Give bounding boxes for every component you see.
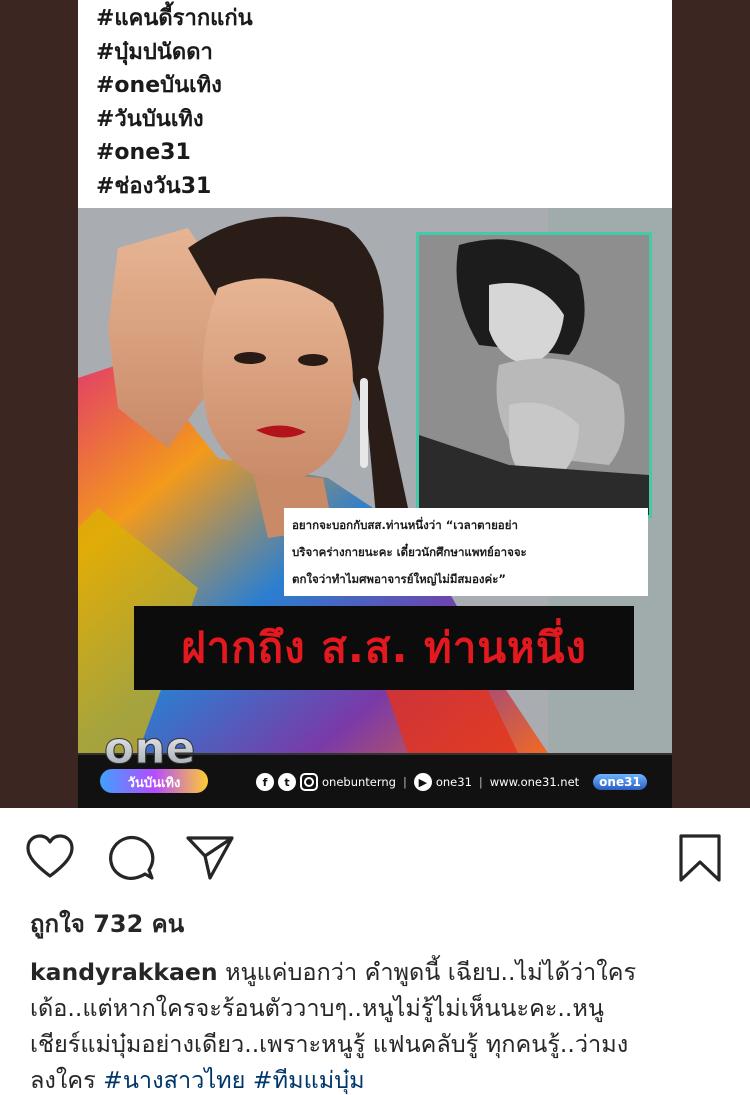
- youtube-icon: ▶: [413, 773, 432, 791]
- quote-line: บริจาคร่างกายนะคะ เดี๋ยวนักศึกษาแพทย์อาจ…: [292, 545, 527, 559]
- quote-box: อยากจะบอกกับสส.ท่านหนึ่งว่า “เวลาตายอย่า…: [284, 508, 648, 596]
- heart-outline-icon[interactable]: [24, 832, 76, 884]
- facebook-icon: f: [256, 773, 274, 791]
- logo-wordmark: one: [104, 723, 195, 774]
- post-image[interactable]: #แคนดี้รากแก่น #บุ๋มปนัดดา #oneบันเทิง #…: [78, 0, 672, 808]
- divider: |: [478, 775, 483, 789]
- image-hashtag: #one31: [96, 140, 191, 165]
- image-hashtag: #วันบันเทิง: [96, 106, 204, 132]
- comment-bubble-icon[interactable]: [105, 832, 157, 884]
- caption-hashtag[interactable]: #ทีมแม่บุ๋ม: [253, 1066, 365, 1094]
- social-handle: onebunterng: [322, 775, 396, 789]
- bookmark-outline-icon[interactable]: [674, 832, 726, 884]
- image-hashtag: #ช่องวัน31: [96, 173, 212, 199]
- caption-line: ลงใคร #นางสาวไทย #ทีมแม่บุ๋ม: [30, 1062, 726, 1095]
- quote-line: ตกใจว่าทำไมศพอาจารย์ใหญ่ไม่มีสมองค่ะ”: [292, 572, 506, 586]
- channel-handle: one31: [435, 775, 472, 789]
- social-links-row: f t onebunterng | ▶ one31 | www.one31.ne…: [256, 769, 647, 795]
- inset-photo-image: [419, 235, 649, 515]
- one31-badge: one31: [593, 774, 647, 790]
- headline-banner: ฝากถึง ส.ส. ท่านหนึ่ง: [134, 606, 634, 690]
- post-caption: kandyrakkaen หนูแค่บอกว่า คำพูดนี้ เฉียบ…: [30, 954, 726, 1095]
- caption-line: kandyrakkaen หนูแค่บอกว่า คำพูดนี้ เฉียบ…: [30, 954, 726, 990]
- send-paper-plane-icon[interactable]: [184, 832, 236, 884]
- caption-hashtag[interactable]: #นางสาวไทย: [103, 1066, 245, 1094]
- image-hashtag-list: #แคนดี้รากแก่น #บุ๋มปนัดดา #oneบันเทิง #…: [78, 0, 672, 208]
- likes-count[interactable]: ถูกใจ 732 คน: [30, 904, 184, 943]
- quote-line: อยากจะบอกกับสส.ท่านหนึ่งว่า “เวลาตายอย่า: [292, 518, 518, 532]
- post-media-frame: #แคนดี้รากแก่น #บุ๋มปนัดดา #oneบันเทิง #…: [0, 0, 750, 808]
- divider: |: [402, 775, 407, 789]
- photo-area: อยากจะบอกกับสส.ท่านหนึ่งว่า “เวลาตายอย่า…: [78, 208, 672, 753]
- logo-subtext: วันบันเทิง: [128, 776, 181, 791]
- post-action-bar: [0, 808, 750, 900]
- caption-text: ลงใคร: [30, 1066, 104, 1094]
- inset-photo: [416, 232, 652, 518]
- image-footer-bar: one วันบันเทิง f t onebunterng | ▶ one31…: [78, 723, 672, 808]
- image-hashtag: #บุ๋มปนัดดา: [96, 39, 213, 65]
- image-hashtag: #oneบันเทิง: [96, 73, 222, 98]
- image-hashtag: #แคนดี้รากแก่น: [96, 6, 253, 31]
- caption-text: หนูแค่บอกว่า คำพูดนี้ เฉียบ..ไม่ได้ว่าใค…: [217, 958, 637, 986]
- website-url: www.one31.net: [489, 775, 580, 789]
- twitter-icon: t: [278, 773, 296, 791]
- caption-username[interactable]: kandyrakkaen: [30, 958, 218, 986]
- headline-text: ฝากถึง ส.ส. ท่านหนึ่ง: [181, 623, 587, 672]
- caption-line: เด้อ..แต่หากใครจะร้อนตัววาบๆ..หนูไม่รู้ไ…: [30, 994, 604, 1022]
- one-bunterng-logo: one วันบันเทิง: [100, 723, 208, 793]
- instagram-icon: [300, 773, 318, 791]
- caption-line: เชียร์แม่บุ๋มอย่างเดียว..เพราะหนูรู้ แฟน…: [30, 1030, 629, 1058]
